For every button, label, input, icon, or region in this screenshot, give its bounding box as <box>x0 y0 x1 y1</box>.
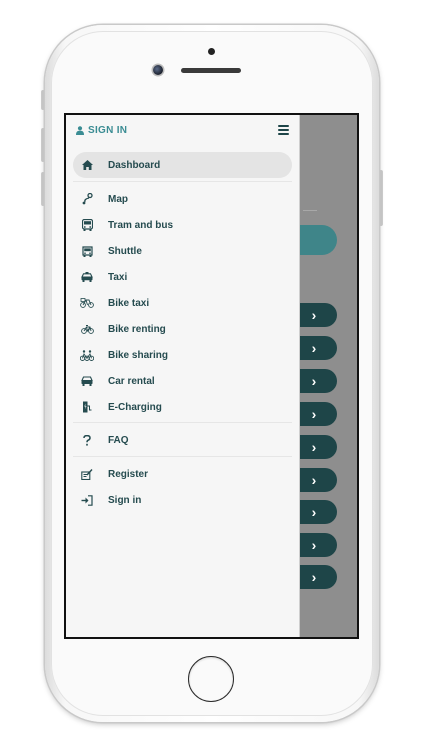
menu-item-label: Map <box>108 193 128 205</box>
home-button[interactable] <box>188 656 234 702</box>
sign-in-icon <box>80 493 94 507</box>
bike-taxi-icon <box>80 296 94 310</box>
menu-item-bike-renting[interactable]: Bike renting <box>73 316 292 342</box>
front-camera <box>153 65 163 75</box>
chevron-right-icon: › <box>311 537 317 553</box>
map-route-icon <box>80 192 94 206</box>
menu-item-label: Bike sharing <box>108 349 169 361</box>
menu-item-label: Taxi <box>108 271 128 283</box>
bike-sharing-icon <box>80 348 94 362</box>
menu-divider <box>73 456 292 457</box>
navigation-drawer: SIGN IN Dashboard Map Tram and bus Shuttle T… <box>66 115 300 637</box>
bike-icon <box>80 322 94 336</box>
background-divider <box>303 210 317 211</box>
chevron-right-icon: › <box>311 307 317 323</box>
menu-item-faq[interactable]: FAQ <box>73 427 292 453</box>
header-sign-in-link[interactable]: SIGN IN <box>76 125 127 136</box>
car-icon <box>80 374 94 388</box>
menu-item-label: Shuttle <box>108 245 142 257</box>
sign-in-label: SIGN IN <box>88 125 128 136</box>
menu-item-dashboard[interactable]: Dashboard <box>73 152 292 178</box>
menu-item-label: Dashboard <box>108 159 161 171</box>
menu-item-label: Tram and bus <box>108 219 174 231</box>
menu-item-register[interactable]: Register <box>73 461 292 487</box>
menu-divider <box>73 422 292 423</box>
phone-sensor <box>208 48 215 55</box>
taxi-icon <box>80 270 94 284</box>
menu-item-bike-sharing[interactable]: Bike sharing <box>73 342 292 368</box>
shuttle-icon <box>80 244 94 258</box>
earpiece-speaker <box>181 68 241 73</box>
menu-item-label: Bike renting <box>108 323 166 335</box>
drawer-header: SIGN IN <box>66 115 299 147</box>
question-icon <box>80 433 94 447</box>
chevron-right-icon: › <box>311 340 317 356</box>
menu-item-label: Car rental <box>108 375 155 387</box>
chevron-right-icon: › <box>311 439 317 455</box>
user-icon <box>76 126 84 135</box>
menu-item-label: Sign in <box>108 494 142 506</box>
phone-power-button <box>379 170 383 226</box>
hamburger-menu-icon[interactable] <box>278 125 289 135</box>
menu-item-label: E-Charging <box>108 401 162 413</box>
home-icon <box>80 158 94 172</box>
chevron-right-icon: › <box>311 472 317 488</box>
menu-item-label: Bike taxi <box>108 297 150 309</box>
bus-icon <box>80 218 94 232</box>
menu-divider <box>73 181 292 182</box>
register-icon <box>80 467 94 481</box>
chevron-right-icon: › <box>311 504 317 520</box>
phone-screen: › › › › › › › › › SIGN IN Dashboard Map Tram and b… <box>64 113 359 639</box>
chevron-right-icon: › <box>311 406 317 422</box>
menu-item-map[interactable]: Map <box>73 186 292 212</box>
charging-icon <box>80 400 94 414</box>
menu-item-label: Register <box>108 468 149 480</box>
menu-item-sign-in[interactable]: Sign in <box>73 487 292 513</box>
chevron-right-icon: › <box>311 569 317 585</box>
menu-item-label: FAQ <box>108 434 129 446</box>
menu-item-bike-taxi[interactable]: Bike taxi <box>73 290 292 316</box>
menu-item-e-charging[interactable]: E-Charging <box>73 394 292 420</box>
menu-item-taxi[interactable]: Taxi <box>73 264 292 290</box>
menu-item-tram-and-bus[interactable]: Tram and bus <box>73 212 292 238</box>
menu-item-car-rental[interactable]: Car rental <box>73 368 292 394</box>
chevron-right-icon: › <box>311 373 317 389</box>
menu-item-shuttle[interactable]: Shuttle <box>73 238 292 264</box>
